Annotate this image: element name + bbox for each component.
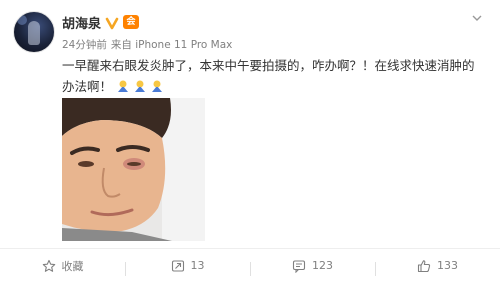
favorite-button[interactable]: 收藏 [0,258,125,274]
avatar-figure [28,21,40,45]
repost-count: 13 [190,259,205,272]
action-bar: 收藏 13 123 133 [0,248,500,282]
pray-emoji-icon [150,78,164,92]
repost-icon [171,259,184,272]
star-icon [42,259,55,272]
post-meta: 24分钟前 来自 iPhone 11 Pro Max [62,37,232,52]
post-source: 来自 iPhone 11 Pro Max [110,39,233,51]
thumbs-up-icon [417,259,431,272]
comment-button[interactable]: 123 [250,259,375,276]
like-count: 133 [437,259,458,272]
pray-emoji-icon [116,78,130,92]
post-content: 一早醒来右眼发炎肿了，本来中午要拍摄的，咋办啊？！在线求快速消肿的办法啊！ [62,55,482,97]
pray-emoji-icon [133,78,147,92]
author-row: 胡海泉 会 [62,12,140,32]
verified-icon[interactable] [105,15,119,30]
member-badge-icon[interactable]: 会 [123,15,140,29]
post-photo[interactable] [62,98,205,241]
repost-button[interactable]: 13 [125,259,250,276]
weibo-post: 胡海泉 会 24分钟前 来自 iPhone 11 Pro Max 一早醒来右眼发… [0,0,500,281]
author-avatar[interactable] [13,11,55,53]
comment-icon [292,259,306,273]
favorite-label: 收藏 [61,259,84,273]
like-button[interactable]: 133 [375,259,500,276]
chevron-down-icon[interactable] [470,10,484,24]
selfie-image [62,98,205,241]
author-name[interactable]: 胡海泉 [62,13,101,32]
post-time[interactable]: 24分钟前 [62,37,107,52]
avatar-stage-light [17,15,27,25]
comment-count: 123 [312,259,333,272]
